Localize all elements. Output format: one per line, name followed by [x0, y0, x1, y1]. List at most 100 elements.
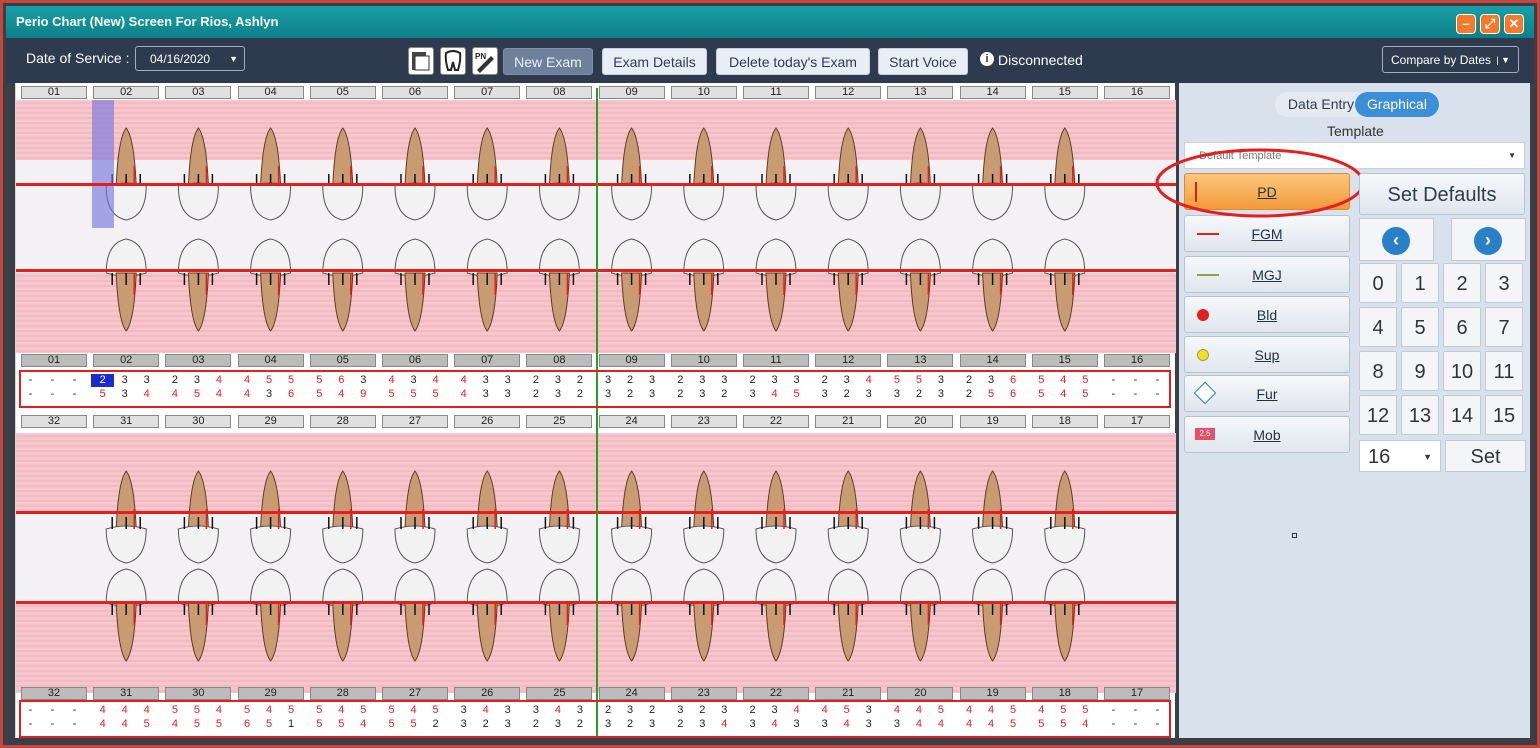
pocket-depth-cell[interactable]: 3: [641, 718, 664, 731]
pocket-depth-cell[interactable]: 4: [352, 718, 375, 731]
pocket-depth-cell[interactable]: 4: [835, 718, 858, 731]
pocket-depth-cell[interactable]: 3: [929, 388, 952, 401]
pocket-depth-cell[interactable]: -: [1146, 388, 1169, 401]
tooth-number-09[interactable]: 09: [598, 86, 665, 99]
pocket-depth-cell[interactable]: 3: [857, 718, 880, 731]
pocket-depth-cell[interactable]: 3: [546, 388, 569, 401]
pocket-depth-cell[interactable]: 2: [669, 388, 692, 401]
tooth-number-01[interactable]: 01: [21, 354, 87, 367]
pocket-depth-cell[interactable]: 4: [907, 718, 930, 731]
tooth-number-03[interactable]: 03: [165, 354, 232, 367]
pocket-depth-cell[interactable]: 2: [524, 718, 547, 731]
pocket-depth-cell[interactable]: 3: [597, 388, 620, 401]
sup-button[interactable]: Sup: [1184, 336, 1350, 373]
tooth-number-02[interactable]: 02: [93, 86, 160, 99]
pocket-depth-cell[interactable]: 4: [424, 374, 447, 387]
delete-exam-button[interactable]: Delete today's Exam: [716, 48, 870, 75]
numpad-12[interactable]: 12: [1359, 395, 1397, 435]
pocket-depth-cell[interactable]: 3: [741, 718, 764, 731]
tooth-number-11[interactable]: 11: [743, 86, 809, 99]
tooth-number-32[interactable]: 32: [21, 687, 87, 700]
pocket-depth-cell[interactable]: -: [1146, 718, 1169, 731]
pocket-depth-cell[interactable]: 4: [1030, 704, 1053, 717]
pocket-depth-cell[interactable]: 5: [402, 718, 425, 731]
pocket-depth-cell[interactable]: 4: [135, 704, 158, 717]
pocket-depth-cell[interactable]: 4: [785, 704, 808, 717]
compare-by-dates-dropdown[interactable]: Compare by Dates | ▼: [1382, 46, 1519, 73]
pocket-depth-cell[interactable]: 3: [185, 374, 208, 387]
pocket-depth-cell[interactable]: 2: [669, 718, 692, 731]
tooth-number-19[interactable]: 19: [959, 687, 1026, 700]
pocket-depth-cell[interactable]: 3: [474, 388, 497, 401]
pocket-depth-cell[interactable]: 2: [474, 718, 497, 731]
pocket-depth-cell[interactable]: 5: [1074, 704, 1097, 717]
tooth-number-12[interactable]: 12: [815, 86, 882, 99]
tooth-number-19[interactable]: 19: [959, 415, 1026, 428]
pocket-depth-cell[interactable]: -: [19, 704, 42, 717]
numpad-5[interactable]: 5: [1401, 307, 1439, 347]
numpad-7[interactable]: 7: [1485, 307, 1523, 347]
pocket-depth-cell[interactable]: 2: [424, 718, 447, 731]
pocket-depth-cell[interactable]: -: [19, 718, 42, 731]
tooth-number-22[interactable]: 22: [743, 687, 809, 700]
pocket-depth-cell[interactable]: 4: [330, 704, 353, 717]
prev-button[interactable]: ‹: [1359, 218, 1434, 261]
pocket-depth-cell[interactable]: 4: [474, 704, 497, 717]
pocket-depth-cell[interactable]: -: [41, 718, 64, 731]
pocket-depth-cell[interactable]: 3: [857, 704, 880, 717]
pocket-depth-cell[interactable]: 3: [452, 718, 475, 731]
numpad-6[interactable]: 6: [1443, 307, 1481, 347]
numpad-9[interactable]: 9: [1401, 351, 1439, 391]
pocket-depth-cell[interactable]: 5: [308, 718, 331, 731]
tooth-number-25[interactable]: 25: [526, 687, 593, 700]
tooth-number-16[interactable]: 16: [1104, 86, 1170, 99]
pocket-depth-cell[interactable]: 4: [885, 704, 908, 717]
pocket-depth-cell[interactable]: 3: [763, 704, 786, 717]
pocket-depth-cell[interactable]: 3: [496, 374, 519, 387]
pocket-depth-cell[interactable]: 3: [785, 718, 808, 731]
tooth-number-30[interactable]: 30: [165, 415, 232, 428]
new-exam-button[interactable]: New Exam: [503, 48, 593, 75]
tooth-icon[interactable]: [440, 47, 466, 75]
pocket-depth-cell[interactable]: 2: [163, 374, 186, 387]
pocket-depth-cell[interactable]: 3: [496, 704, 519, 717]
tooth-number-06[interactable]: 06: [382, 354, 448, 367]
pocket-depth-cell[interactable]: 4: [207, 374, 230, 387]
tooth-number-23[interactable]: 23: [670, 415, 737, 428]
pocket-depth-cell[interactable]: 6: [280, 388, 303, 401]
pocket-depth-cell[interactable]: 4: [763, 718, 786, 731]
tooth-number-27[interactable]: 27: [382, 687, 448, 700]
pocket-depth-cell[interactable]: 3: [597, 374, 620, 387]
tooth-number-08[interactable]: 08: [526, 354, 593, 367]
pocket-depth-cell[interactable]: 2: [958, 388, 981, 401]
pocket-depth-cell[interactable]: 3: [741, 388, 764, 401]
pocket-depth-cell[interactable]: 5: [1002, 704, 1025, 717]
pocket-depth-cell[interactable]: -: [1124, 388, 1147, 401]
pocket-depth-cell[interactable]: 4: [113, 718, 136, 731]
mgj-button[interactable]: MGJ: [1184, 256, 1350, 293]
maximize-icon[interactable]: ⤢: [1480, 14, 1500, 34]
tooth-number-select[interactable]: 16 ▼: [1359, 440, 1441, 472]
tooth-number-13[interactable]: 13: [887, 354, 954, 367]
set-defaults-button[interactable]: Set Defaults: [1359, 173, 1525, 215]
pocket-depth-cell[interactable]: 5: [424, 388, 447, 401]
pocket-depth-cell[interactable]: -: [1124, 718, 1147, 731]
pocket-depth-cell[interactable]: 4: [402, 704, 425, 717]
pocket-depth-cell[interactable]: 3: [885, 718, 908, 731]
pocket-depth-cell[interactable]: 2: [691, 704, 714, 717]
pocket-depth-cell[interactable]: 4: [207, 388, 230, 401]
pocket-depth-cell[interactable]: -: [41, 374, 64, 387]
pocket-depth-cell[interactable]: 5: [885, 374, 908, 387]
pocket-depth-cell[interactable]: 5: [280, 704, 303, 717]
pocket-depth-cell[interactable]: 3: [713, 704, 736, 717]
pocket-depth-cell[interactable]: 4: [452, 388, 475, 401]
next-button[interactable]: ›: [1451, 218, 1526, 261]
numpad-15[interactable]: 15: [1485, 395, 1523, 435]
pocket-depth-cell[interactable]: 5: [185, 718, 208, 731]
tooth-number-10[interactable]: 10: [670, 86, 737, 99]
pocket-depth-cell[interactable]: 3: [785, 374, 808, 387]
pocket-depth-cell[interactable]: 5: [1052, 704, 1075, 717]
pocket-depth-cell[interactable]: 5: [907, 374, 930, 387]
pocket-depth-cell[interactable]: 5: [1030, 374, 1053, 387]
pocket-depth-cell[interactable]: -: [19, 388, 42, 401]
